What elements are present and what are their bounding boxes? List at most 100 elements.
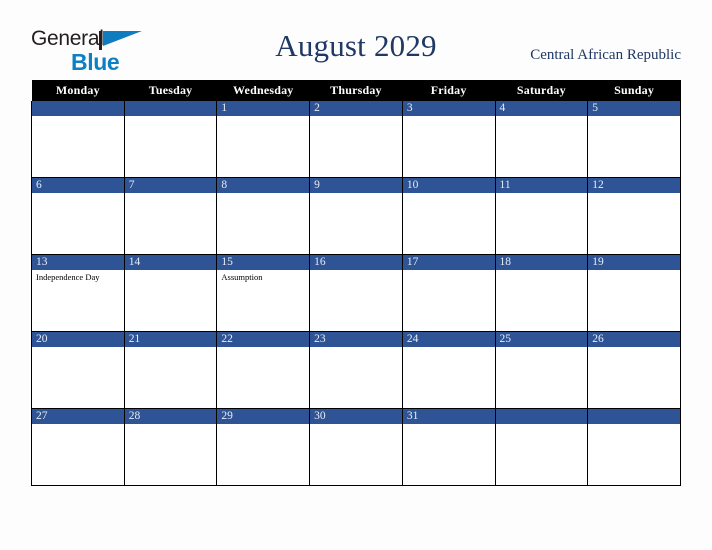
day-number: 8 — [217, 178, 310, 193]
calendar-week-row: 20 21 22 23 24 25 26 — [31, 331, 681, 409]
calendar-day-cell[interactable]: 7 — [123, 177, 218, 255]
day-number: 25 — [495, 332, 588, 347]
day-events — [217, 193, 309, 195]
calendar-day-cell[interactable]: 2 — [309, 101, 403, 178]
day-number: 22 — [217, 332, 310, 347]
day-number: 10 — [402, 178, 495, 193]
calendar-day-cell[interactable]: 1 — [216, 101, 311, 178]
day-events — [496, 270, 588, 272]
calendar-empty-cell — [494, 408, 589, 486]
day-number: 12 — [588, 178, 680, 193]
calendar-day-cell[interactable]: 20 — [31, 331, 125, 409]
calendar-day-cell[interactable]: 18 — [494, 254, 589, 332]
day-number: 23 — [310, 332, 402, 347]
day-events — [32, 347, 124, 349]
day-number: 20 — [32, 332, 124, 347]
day-events — [403, 424, 495, 426]
day-events: Independence Day — [32, 270, 124, 283]
calendar-day-cell[interactable]: 10 — [401, 177, 496, 255]
day-events — [125, 424, 217, 426]
day-number: 30 — [310, 409, 402, 424]
day-number: 6 — [32, 178, 124, 193]
day-events — [217, 347, 309, 349]
calendar-day-cell[interactable]: 17 — [401, 254, 496, 332]
weekday-header-tuesday: Tuesday — [124, 80, 217, 101]
calendar-day-cell[interactable]: 13 Independence Day — [31, 254, 125, 332]
calendar-day-cell[interactable]: 29 — [216, 408, 311, 486]
calendar-day-cell[interactable]: 12 — [587, 177, 681, 255]
calendar-day-cell[interactable]: 27 — [31, 408, 125, 486]
day-number: 29 — [217, 409, 310, 424]
calendar-day-cell[interactable]: 3 — [401, 101, 496, 178]
day-events — [496, 116, 588, 118]
day-number: 31 — [402, 409, 495, 424]
day-events — [310, 424, 402, 426]
calendar-day-cell[interactable]: 8 — [216, 177, 311, 255]
day-events — [125, 116, 217, 118]
calendar-day-cell[interactable]: 26 — [587, 331, 681, 409]
calendar-body: 1 2 3 4 5 6 7 8 9 10 11 12 13 Independence Day 14 15 Ass… — [31, 101, 681, 486]
day-events — [310, 193, 402, 195]
calendar-day-cell[interactable]: 21 — [123, 331, 218, 409]
holiday-label: Independence Day — [36, 272, 100, 282]
weekday-header-row: Monday Tuesday Wednesday Thursday Friday… — [31, 80, 681, 101]
day-number: 2 — [310, 101, 402, 116]
calendar-grid: Monday Tuesday Wednesday Thursday Friday… — [31, 80, 681, 486]
day-events — [32, 424, 124, 426]
calendar-day-cell[interactable]: 15 Assumption — [216, 254, 311, 332]
day-number: 24 — [402, 332, 495, 347]
day-number: 18 — [495, 255, 588, 270]
calendar-day-cell[interactable]: 5 — [587, 101, 681, 178]
calendar-day-cell[interactable]: 19 — [587, 254, 681, 332]
day-number: 13 — [32, 255, 124, 270]
holiday-label: Assumption — [221, 272, 263, 282]
calendar-day-cell[interactable]: 30 — [309, 408, 403, 486]
weekday-header-friday: Friday — [402, 80, 496, 101]
day-events — [588, 424, 680, 426]
day-number: 5 — [588, 101, 680, 116]
calendar-empty-cell — [31, 101, 125, 178]
day-number: 4 — [495, 101, 588, 116]
country-label: Central African Republic — [530, 47, 681, 63]
calendar-day-cell[interactable]: 4 — [494, 101, 589, 178]
calendar-week-row: 6 7 8 9 10 11 12 — [31, 177, 681, 255]
day-number: 3 — [402, 101, 495, 116]
day-number: 15 — [217, 255, 310, 270]
calendar-day-cell[interactable]: 11 — [494, 177, 589, 255]
calendar-day-cell[interactable]: 14 — [123, 254, 218, 332]
day-number — [32, 101, 124, 116]
weekday-header-monday: Monday — [31, 80, 125, 101]
calendar-day-cell[interactable]: 22 — [216, 331, 311, 409]
calendar-page: General Blue August 2029 Central African… — [0, 0, 712, 550]
calendar-empty-cell — [587, 408, 681, 486]
day-number: 11 — [495, 178, 588, 193]
day-events — [588, 347, 680, 349]
calendar-day-cell[interactable]: 28 — [123, 408, 218, 486]
calendar-week-row: 13 Independence Day 14 15 Assumption 16 17 18 19 — [31, 254, 681, 332]
day-events — [496, 193, 588, 195]
day-number — [495, 409, 588, 424]
day-events — [310, 116, 402, 118]
day-events — [496, 424, 588, 426]
calendar-day-cell[interactable]: 25 — [494, 331, 589, 409]
calendar-day-cell[interactable]: 24 — [401, 331, 496, 409]
day-events — [125, 193, 217, 195]
calendar-day-cell[interactable]: 23 — [309, 331, 403, 409]
day-number: 1 — [217, 101, 310, 116]
day-number: 28 — [124, 409, 217, 424]
day-events — [310, 270, 402, 272]
calendar-day-cell[interactable]: 31 — [401, 408, 496, 486]
day-number: 21 — [124, 332, 217, 347]
day-events — [125, 270, 217, 272]
calendar-week-row: 27 28 29 30 31 — [31, 408, 681, 486]
calendar-day-cell[interactable]: 9 — [309, 177, 403, 255]
day-number — [588, 409, 680, 424]
calendar-day-cell[interactable]: 6 — [31, 177, 125, 255]
day-number: 17 — [402, 255, 495, 270]
day-events — [403, 270, 495, 272]
calendar-empty-cell — [123, 101, 218, 178]
day-events — [32, 193, 124, 195]
weekday-header-sunday: Sunday — [587, 80, 681, 101]
weekday-header-wednesday: Wednesday — [216, 80, 310, 101]
calendar-day-cell[interactable]: 16 — [309, 254, 403, 332]
